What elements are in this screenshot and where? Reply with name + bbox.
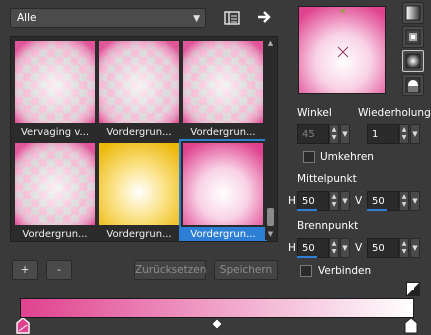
center-v-slider[interactable] xyxy=(367,209,387,211)
reset-button[interactable]: Zurücksetzen xyxy=(134,260,206,280)
angle-dropdown[interactable]: ▼ xyxy=(340,124,350,144)
gallery-item-label: Vordergrun... xyxy=(106,229,172,240)
arrow-right-icon[interactable] xyxy=(255,7,275,27)
scroll-thumb[interactable] xyxy=(267,208,274,226)
focus-h-input[interactable]: 50 xyxy=(297,238,329,258)
focus-v-label: V xyxy=(355,242,363,254)
rectangular-gradient-style-button[interactable] xyxy=(402,26,424,48)
focus-h-spinner[interactable]: ▲ ▼ xyxy=(329,238,339,258)
focus-h-slider[interactable] xyxy=(297,256,317,258)
repeat-label: Wiederholung xyxy=(358,107,431,119)
focus-label: Brennpunkt xyxy=(297,220,359,232)
gallery-item[interactable]: Vordergrun... xyxy=(181,39,265,143)
gallery-item[interactable]: Vordergrun... xyxy=(97,39,181,143)
focus-v-dropdown[interactable]: ▼ xyxy=(410,238,420,258)
scroll-up-icon[interactable]: ▲ xyxy=(266,39,275,48)
center-v-dropdown[interactable]: ▼ xyxy=(410,191,420,211)
save-button[interactable]: Speichern xyxy=(214,260,278,280)
sunburst-gradient-style-button[interactable] xyxy=(402,74,424,96)
center-v-input[interactable]: 50 xyxy=(367,191,399,211)
center-label: Mittelpunkt xyxy=(297,173,357,185)
gallery-item[interactable]: Vervaging v... xyxy=(13,39,97,143)
gallery-item[interactable]: Vordergrun... xyxy=(97,141,181,241)
center-h-slider[interactable] xyxy=(297,209,317,211)
link-checkbox[interactable] xyxy=(300,265,312,277)
center-h-input[interactable]: 50 xyxy=(297,191,329,211)
focus-h-label: H xyxy=(288,242,296,254)
gallery-item-label: Vordergrun... xyxy=(190,127,256,138)
angle-input[interactable]: 45 xyxy=(297,124,329,144)
invert-label: Umkehren xyxy=(320,151,374,163)
gradient-library-icon[interactable] xyxy=(222,8,242,28)
link-label: Verbinden xyxy=(318,265,372,277)
center-v-label: V xyxy=(355,195,363,207)
gradient-bar[interactable] xyxy=(20,298,414,318)
gallery-item-label: Vervaging v... xyxy=(20,127,90,138)
center-v-spinner[interactable]: ▲ ▼ xyxy=(399,191,409,211)
focus-h-dropdown[interactable]: ▼ xyxy=(340,238,350,258)
repeat-input[interactable]: 1 xyxy=(367,124,399,144)
linear-gradient-style-button[interactable] xyxy=(402,2,424,24)
start-color-stop[interactable] xyxy=(16,317,30,335)
gradient-preview[interactable] xyxy=(298,6,386,94)
scroll-down-icon[interactable]: ▼ xyxy=(266,230,275,239)
focus-v-input[interactable]: 50 xyxy=(367,238,399,258)
stop-color-swatch[interactable] xyxy=(406,282,420,299)
gallery-item-label: Vordergrun... xyxy=(22,229,88,240)
center-h-label: H xyxy=(288,195,296,207)
end-color-stop[interactable] xyxy=(404,317,418,335)
gallery-item[interactable]: Vordergrun... xyxy=(13,141,97,241)
remove-button[interactable]: - xyxy=(46,260,72,280)
invert-checkbox[interactable] xyxy=(303,151,315,163)
angle-spinner[interactable]: ▲ ▼ xyxy=(329,124,339,144)
repeat-spinner[interactable]: ▲ ▼ xyxy=(399,124,409,144)
repeat-dropdown[interactable]: ▼ xyxy=(410,124,420,144)
gradient-category-dropdown[interactable]: Alle ▼ xyxy=(10,8,206,28)
gallery-item-label: Vordergrun... xyxy=(181,227,265,241)
angle-label: Winkel xyxy=(297,107,332,119)
gallery-item-selected[interactable]: Vordergrun... xyxy=(179,139,267,241)
dropdown-value: Alle xyxy=(17,12,37,24)
chevron-down-icon: ▼ xyxy=(193,14,200,24)
add-button[interactable]: + xyxy=(12,260,38,280)
center-h-spinner[interactable]: ▲ ▼ xyxy=(329,191,339,211)
radial-gradient-style-button[interactable] xyxy=(402,50,424,72)
gradient-gallery: Vervaging v... Vordergrun... Vordergrun.… xyxy=(10,36,278,242)
center-h-dropdown[interactable]: ▼ xyxy=(340,191,350,211)
focus-v-spinner[interactable]: ▲ ▼ xyxy=(399,238,409,258)
gallery-scrollbar[interactable]: ▲ ▼ xyxy=(265,38,276,240)
gallery-item-label: Vordergrun... xyxy=(106,127,172,138)
midpoint-marker[interactable] xyxy=(211,318,223,332)
